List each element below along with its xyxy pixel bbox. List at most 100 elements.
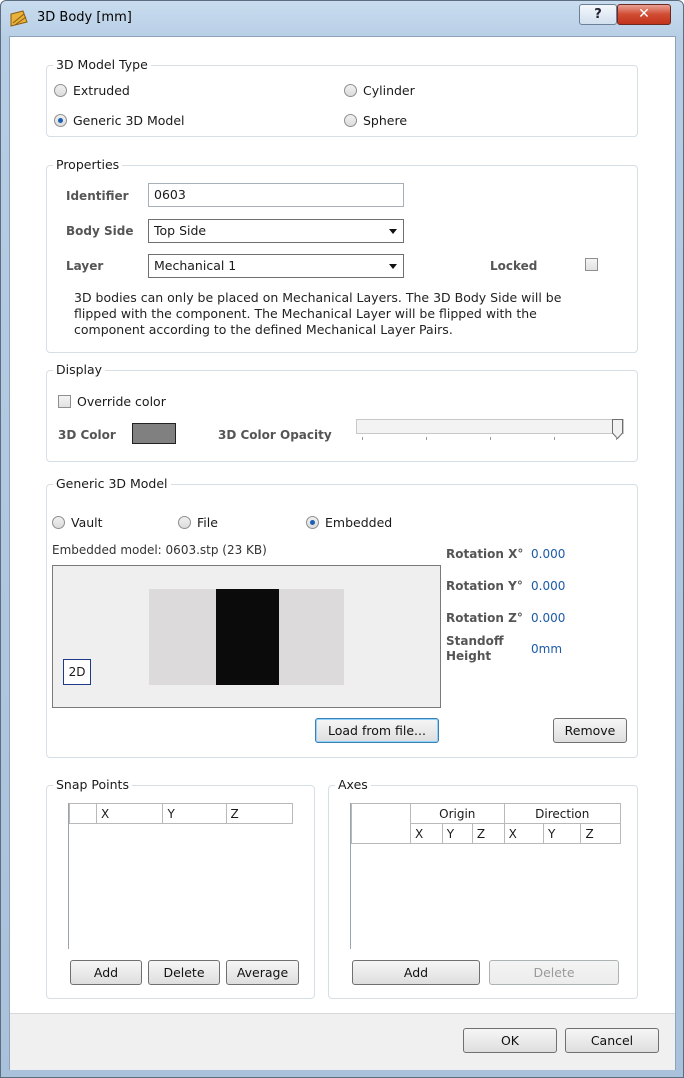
color-label: 3D Color (58, 428, 116, 442)
radio-file[interactable]: File (178, 513, 218, 531)
snap-add-button[interactable]: Add (70, 960, 142, 985)
row-header-cell (351, 803, 411, 844)
override-color-label: Override color (77, 393, 166, 409)
load-from-file-button[interactable]: Load from file... (315, 718, 439, 743)
row-header-cell (69, 803, 97, 824)
slider-track (356, 419, 624, 434)
properties-legend: Properties (53, 157, 123, 173)
column-header-y[interactable]: Y (162, 803, 227, 824)
snap-delete-button[interactable]: Delete (148, 960, 220, 985)
rotation-x-label: Rotation X° (446, 547, 524, 561)
axes-header: Origin Direction X Y Z X Y Z (351, 803, 622, 844)
radio-embedded-label: Embedded (325, 514, 393, 530)
chevron-down-icon (389, 229, 397, 234)
axes-table[interactable]: Origin Direction X Y Z X Y Z (350, 803, 622, 949)
radio-indicator (344, 83, 357, 97)
dialog-window: 3D Body [mm] ? ✕ 3D Model Type Extruded … (0, 0, 684, 1078)
slider-tick (426, 437, 427, 440)
identifier-label: Identifier (66, 189, 129, 203)
column-header-z[interactable]: Z (225, 803, 293, 824)
slider-tick (554, 437, 555, 440)
radio-generic-3d-model[interactable]: Generic 3D Model (54, 111, 185, 129)
column-header-direction-z[interactable]: Z (580, 823, 621, 844)
locked-label: Locked (490, 259, 538, 273)
radio-indicator (306, 515, 319, 529)
radio-indicator (54, 113, 67, 127)
slider-thumb[interactable] (612, 419, 623, 440)
body-side-select[interactable]: Top Side (148, 219, 404, 243)
help-button[interactable]: ? (579, 4, 617, 25)
display-legend: Display (53, 362, 106, 378)
body-side-value: Top Side (154, 223, 207, 238)
remove-button[interactable]: Remove (553, 718, 627, 743)
radio-indicator (344, 113, 357, 127)
column-header-x[interactable]: X (95, 803, 164, 824)
identifier-input[interactable]: 0603 (148, 183, 404, 207)
locked-checkbox[interactable] (585, 258, 598, 271)
embedded-model-caption: Embedded model: 0603.stp (23 KB) (52, 543, 267, 557)
rotation-y-label: Rotation Y° (446, 579, 523, 593)
ok-button[interactable]: OK (463, 1028, 557, 1053)
close-button[interactable]: ✕ (617, 4, 671, 25)
rotation-z-value[interactable]: 0.000 (531, 611, 565, 625)
opacity-label: 3D Color Opacity (218, 428, 332, 442)
layer-select[interactable]: Mechanical 1 (148, 254, 404, 278)
radio-indicator (52, 515, 65, 529)
rotation-z-label: Rotation Z° (446, 611, 523, 625)
opacity-slider[interactable] (356, 419, 624, 440)
radio-vault-label: Vault (71, 514, 103, 530)
radio-file-label: File (197, 514, 218, 530)
checkbox-indicator (58, 394, 71, 408)
radio-cylinder-label: Cylinder (363, 82, 415, 98)
slider-thumb-icon (612, 419, 623, 440)
model-preview[interactable]: 2D (52, 565, 441, 708)
dialog-body: 3D Model Type Extruded Cylinder Generic … (9, 36, 676, 1070)
chevron-down-icon (389, 264, 397, 269)
axes-add-button[interactable]: Add (352, 960, 480, 985)
body-side-label: Body Side (66, 224, 134, 238)
slider-tick (616, 437, 617, 440)
snap-points-header: X Y Z (69, 803, 293, 824)
radio-sphere[interactable]: Sphere (344, 111, 407, 129)
axes-legend: Axes (335, 777, 371, 793)
column-header-origin-z[interactable]: Z (471, 823, 505, 844)
radio-embedded[interactable]: Embedded (306, 513, 392, 531)
slider-tick (490, 437, 491, 440)
dialog-footer: OK Cancel (10, 1013, 675, 1070)
override-color-checkbox[interactable]: Override color (58, 392, 166, 410)
radio-extruded[interactable]: Extruded (54, 81, 130, 99)
column-header-origin-y[interactable]: Y (441, 823, 473, 844)
app-icon (10, 10, 28, 27)
rotation-y-value[interactable]: 0.000 (531, 579, 565, 593)
radio-extruded-label: Extruded (73, 82, 130, 98)
column-header-direction-x[interactable]: X (503, 823, 545, 844)
cancel-button[interactable]: Cancel (565, 1028, 659, 1053)
component-center (216, 589, 279, 685)
radio-generic-label: Generic 3D Model (73, 112, 185, 128)
radio-sphere-label: Sphere (363, 112, 408, 128)
layer-label: Layer (66, 259, 104, 273)
layer-info-note: 3D bodies can only be placed on Mechanic… (74, 290, 562, 337)
radio-vault[interactable]: Vault (52, 513, 103, 531)
snap-points-table[interactable]: X Y Z (68, 803, 293, 949)
origin-group-header: Origin (410, 803, 505, 824)
generic-model-legend: Generic 3D Model (53, 476, 171, 492)
radio-indicator (178, 515, 191, 529)
radio-indicator (54, 83, 67, 97)
snap-points-legend: Snap Points (53, 777, 132, 793)
model-type-legend: 3D Model Type (53, 57, 151, 73)
axes-delete-button[interactable]: Delete (489, 960, 619, 985)
column-header-origin-x[interactable]: X (410, 823, 443, 844)
view-2d-badge[interactable]: 2D (63, 659, 91, 685)
standoff-height-value[interactable]: 0mm (531, 642, 562, 656)
title-bar[interactable]: 3D Body [mm] ? ✕ (1, 1, 683, 35)
radio-cylinder[interactable]: Cylinder (344, 81, 415, 99)
standoff-height-label: Standoff Height (446, 634, 504, 663)
rotation-x-value[interactable]: 0.000 (531, 547, 565, 561)
display-group: Display (46, 362, 638, 462)
snap-average-button[interactable]: Average (226, 960, 299, 985)
direction-group-header: Direction (503, 803, 622, 824)
column-header-direction-y[interactable]: Y (543, 823, 582, 844)
color-swatch[interactable] (132, 423, 176, 444)
window-title: 3D Body [mm] (37, 10, 132, 25)
